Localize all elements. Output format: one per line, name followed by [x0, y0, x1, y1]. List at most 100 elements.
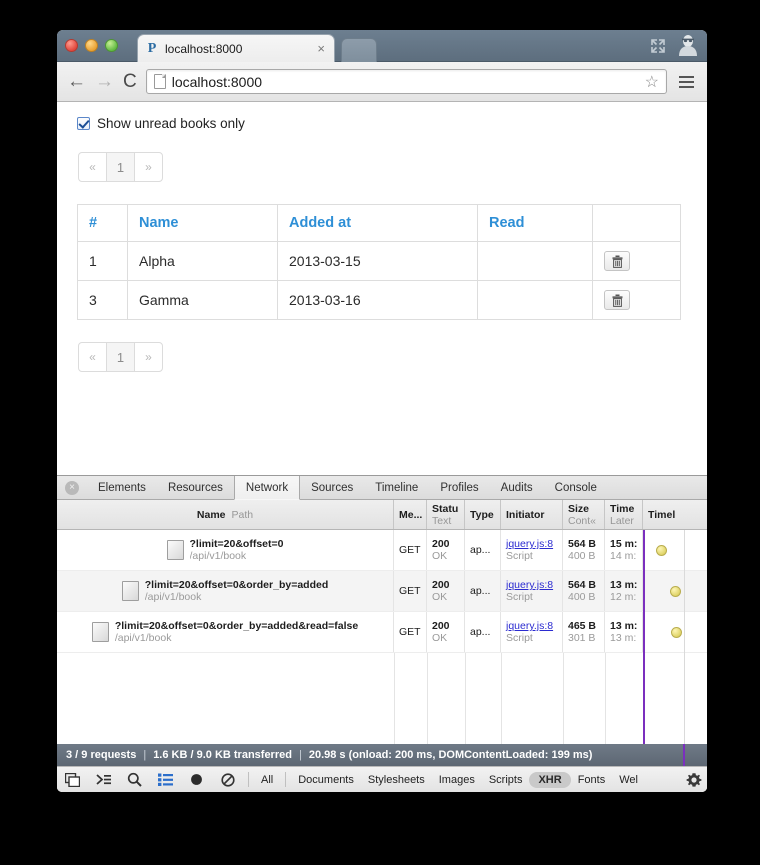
reload-button[interactable]: C — [123, 71, 137, 93]
col-header-timeline[interactable]: Timel — [643, 500, 707, 529]
request-name: ?limit=20&offset=0&order_by=added&read=f… — [114, 620, 359, 632]
pagination-page-1-button[interactable]: 1 — [106, 152, 135, 182]
column-header-read[interactable]: Read — [477, 204, 593, 242]
filter-images[interactable]: Images — [432, 772, 482, 788]
request-latency: 13 m: — [610, 632, 637, 644]
col-header-method[interactable]: Me... — [394, 500, 427, 529]
page-viewport: Show unread books only « 1 » # Name Adde… — [57, 102, 707, 475]
request-initiator-link[interactable]: jquery.js:8 — [506, 579, 557, 591]
show-unread-label: Show unread books only — [97, 116, 245, 131]
filter-stylesheets[interactable]: Stylesheets — [361, 772, 432, 788]
search-icon[interactable] — [119, 767, 150, 793]
col-header-name[interactable]: Name Path — [57, 500, 394, 529]
url-text: localhost:8000 — [171, 73, 263, 90]
tab-audits[interactable]: Audits — [490, 476, 544, 499]
close-tab-icon[interactable]: × — [314, 41, 328, 56]
filter-xhr[interactable]: XHR — [529, 771, 571, 788]
filter-all[interactable]: All — [254, 772, 280, 788]
col-header-size[interactable]: Size Cont« — [563, 500, 605, 529]
tab-resources[interactable]: Resources — [157, 476, 234, 499]
incognito-mode-icon — [679, 35, 697, 56]
request-name-cell: ?limit=20&offset=0&order_by=added&read=f… — [57, 612, 394, 652]
timeline-marker-line — [683, 744, 685, 766]
request-name-cell: ?limit=20&offset=0&order_by=added /api/v… — [57, 571, 394, 611]
tab-profiles[interactable]: Profiles — [429, 476, 489, 499]
col-header-type[interactable]: Type — [465, 500, 501, 529]
request-size: 564 B — [568, 538, 597, 550]
request-size-cell: 564 B 400 B — [563, 571, 605, 611]
request-status-code: 200 — [432, 620, 450, 632]
tab-sources[interactable]: Sources — [300, 476, 364, 499]
fullscreen-icon[interactable] — [649, 37, 667, 55]
request-type: ap... — [470, 544, 491, 556]
request-initiator-cell: jquery.js:8 Script — [501, 571, 563, 611]
filter-scripts[interactable]: Scripts — [482, 772, 530, 788]
request-initiator-link[interactable]: jquery.js:8 — [506, 620, 557, 632]
request-name: ?limit=20&offset=0 — [189, 538, 284, 550]
column-header-added-at[interactable]: Added at — [277, 204, 478, 242]
list-view-icon[interactable] — [150, 767, 181, 793]
clear-icon[interactable] — [212, 767, 243, 793]
column-guide — [563, 653, 564, 744]
tab-timeline[interactable]: Timeline — [364, 476, 429, 499]
request-content-size: 301 B — [568, 632, 596, 644]
tab-elements[interactable]: Elements — [87, 476, 157, 499]
bookmark-star-icon[interactable]: ☆ — [645, 72, 659, 92]
network-request-row[interactable]: ?limit=20&offset=0&order_by=added&read=f… — [57, 612, 707, 653]
pagination-next-button[interactable]: » — [134, 152, 163, 182]
pagination-next-button[interactable]: » — [134, 342, 163, 372]
request-time: 13 m: — [610, 579, 638, 591]
tab-network[interactable]: Network — [233, 476, 301, 500]
new-tab-button[interactable] — [341, 38, 377, 62]
timeline-bar — [671, 626, 682, 638]
maximize-window-button[interactable] — [105, 39, 118, 52]
unread-filter-row[interactable]: Show unread books only — [77, 116, 687, 131]
column-header-name[interactable]: Name — [127, 204, 278, 242]
request-size: 564 B — [568, 579, 597, 591]
network-request-row[interactable]: ?limit=20&offset=0&order_by=added /api/v… — [57, 571, 707, 612]
request-time-cell: 13 m: 13 m: — [605, 612, 643, 652]
col-size-title: Size — [568, 502, 590, 515]
network-request-list[interactable]: ?limit=20&offset=0 /api/v1/book GET 200 … — [57, 530, 707, 744]
trash-icon — [612, 294, 622, 307]
filter-fonts[interactable]: Fonts — [571, 772, 613, 788]
show-unread-checkbox[interactable] — [77, 117, 90, 130]
timeline-right-divider — [684, 530, 685, 744]
close-window-button[interactable] — [65, 39, 78, 52]
minimize-window-button[interactable] — [85, 39, 98, 52]
request-name-cell: ?limit=20&offset=0 /api/v1/book — [57, 530, 394, 570]
request-status-text: OK — [432, 591, 448, 603]
network-summary-bar: 3 / 9 requests | 1.6 KB / 9.0 KB transfe… — [57, 744, 707, 766]
browser-tab[interactable]: P localhost:8000 × — [137, 34, 335, 62]
delete-book-button[interactable] — [604, 290, 630, 310]
request-size: 465 B — [568, 620, 597, 632]
forward-button[interactable]: → — [95, 72, 114, 91]
request-content-size: 400 B — [568, 591, 596, 603]
pagination-prev-button[interactable]: « — [78, 152, 107, 182]
request-latency: 12 m: — [610, 591, 637, 603]
timeline-marker-line — [643, 530, 645, 744]
filter-documents[interactable]: Documents — [291, 772, 361, 788]
tab-console[interactable]: Console — [544, 476, 608, 499]
back-button[interactable]: ← — [67, 72, 86, 91]
request-initiator-cell: jquery.js:8 Script — [501, 530, 563, 570]
console-drawer-icon[interactable] — [88, 767, 119, 793]
request-initiator-link[interactable]: jquery.js:8 — [506, 538, 557, 550]
col-header-status[interactable]: Statu Text — [427, 500, 465, 529]
request-time-cell: 15 m: 14 m: — [605, 530, 643, 570]
filter-websockets[interactable]: Wel — [612, 772, 645, 788]
pagination-page-1-button[interactable]: 1 — [106, 342, 135, 372]
address-bar[interactable]: localhost:8000 ☆ — [145, 69, 667, 94]
close-devtools-icon[interactable]: × — [65, 480, 79, 495]
col-header-time[interactable]: Time Later — [605, 500, 643, 529]
settings-gear-icon[interactable] — [686, 772, 702, 788]
column-header-number[interactable]: # — [77, 204, 128, 242]
column-header-actions — [592, 204, 681, 242]
record-icon[interactable] — [181, 767, 212, 793]
chrome-menu-button[interactable] — [676, 74, 697, 90]
dock-panel-icon[interactable] — [57, 767, 88, 793]
col-header-initiator[interactable]: Initiator — [501, 500, 563, 529]
pagination-prev-button[interactable]: « — [78, 342, 107, 372]
network-request-row[interactable]: ?limit=20&offset=0 /api/v1/book GET 200 … — [57, 530, 707, 571]
delete-book-button[interactable] — [604, 251, 630, 271]
